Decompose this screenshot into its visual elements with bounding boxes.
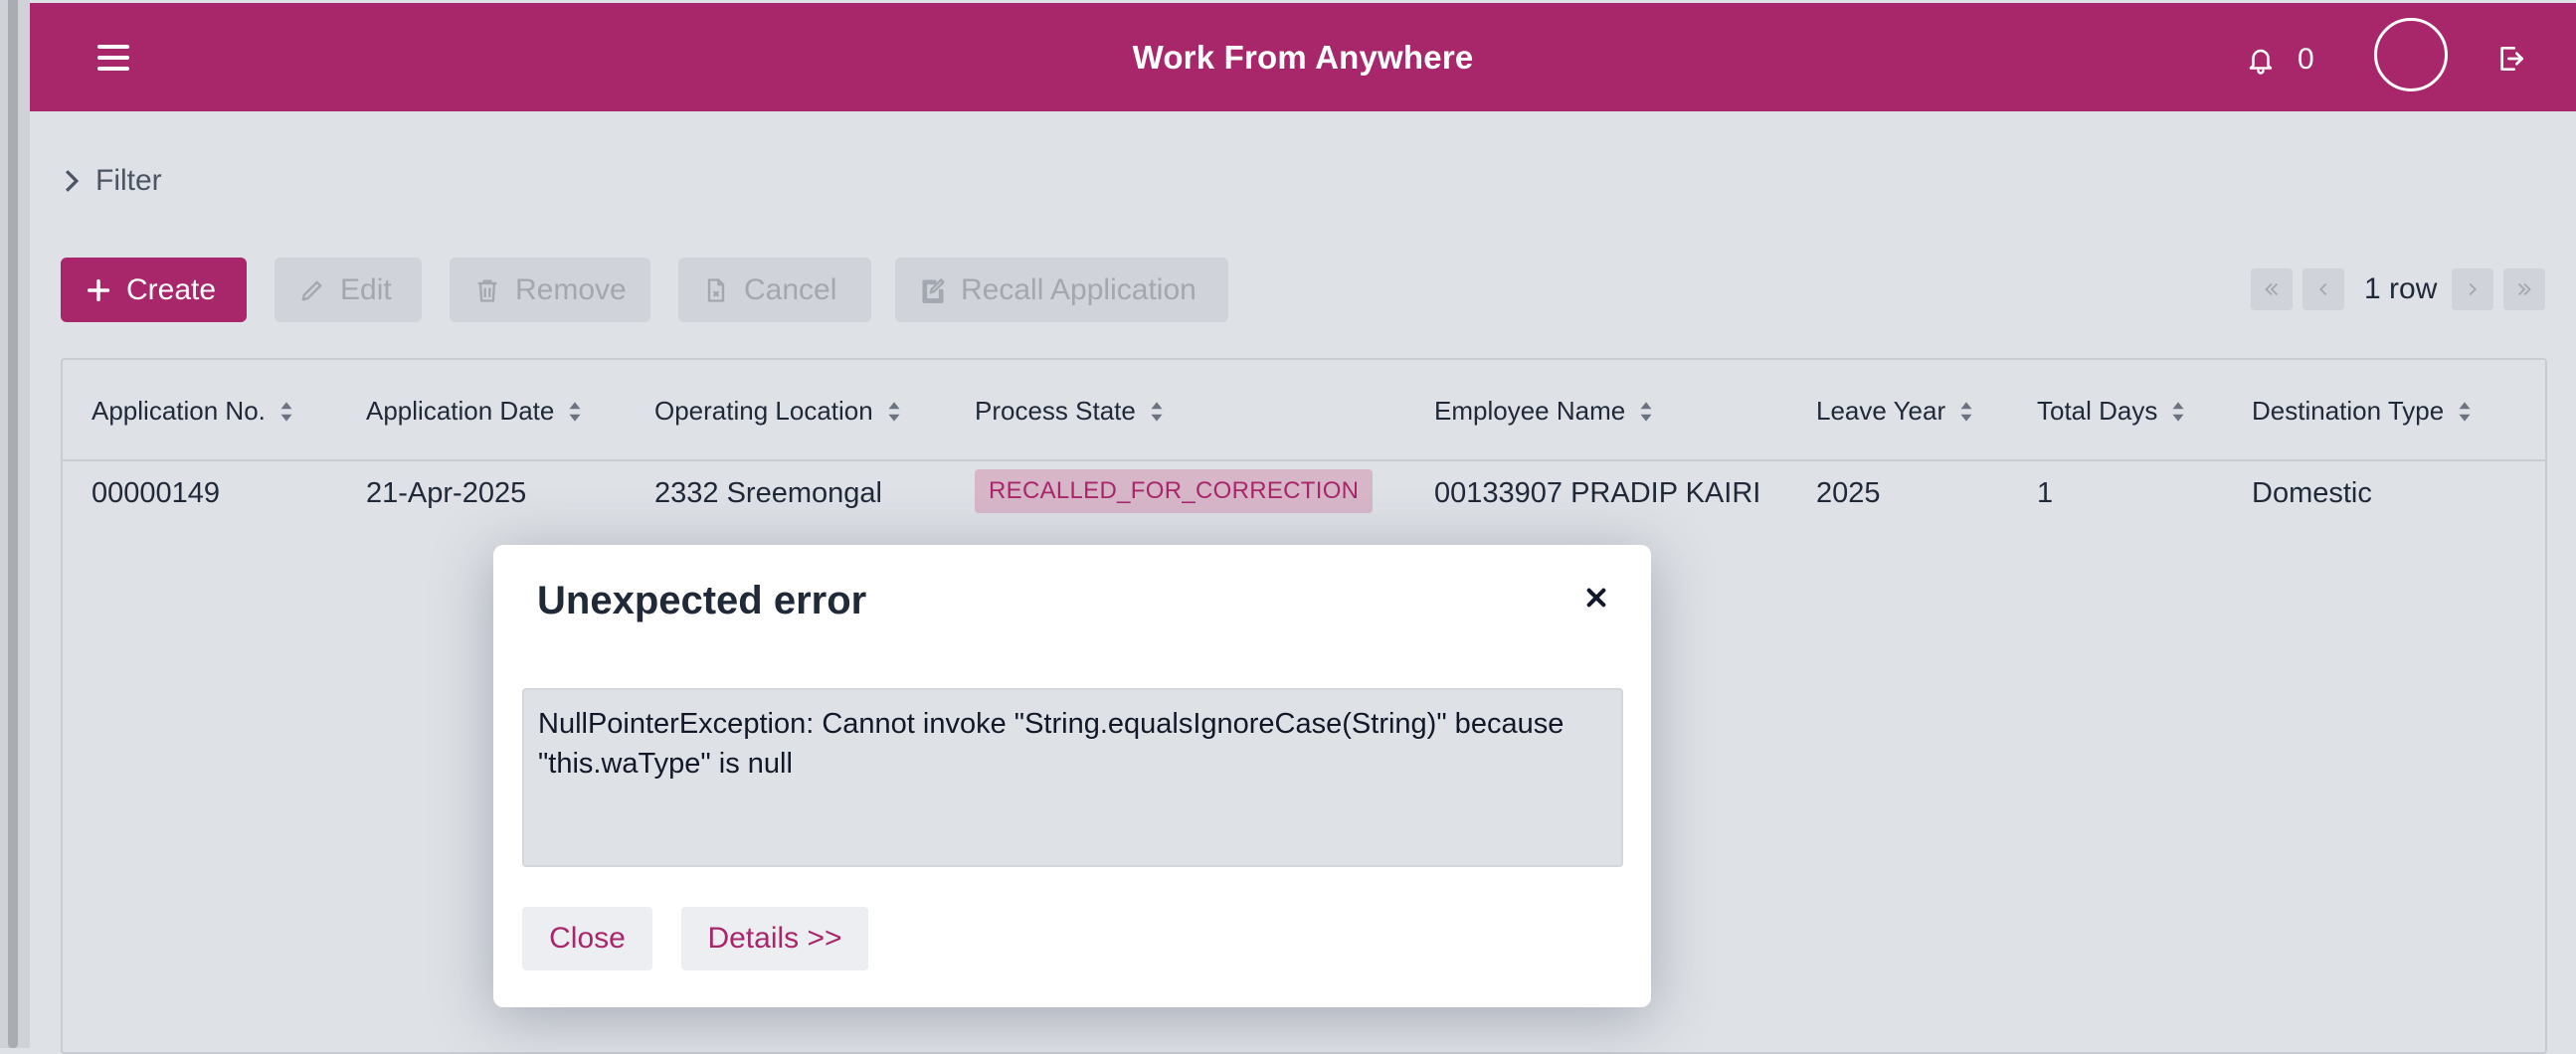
double-chevron-left-icon [2265, 282, 2279, 296]
close-icon[interactable] [1585, 587, 1607, 609]
column-header-application-date[interactable]: Application Date [366, 396, 582, 427]
plus-icon [87, 278, 110, 301]
close-button[interactable]: Close [522, 907, 652, 970]
sort-icon [569, 401, 581, 422]
page-title: Work From Anywhere [1132, 39, 1474, 76]
cell-application-no: 00000149 [92, 477, 221, 509]
error-dialog: Unexpected error NullPointerException: C… [493, 545, 1651, 1007]
row-count: 1 row [2364, 272, 2438, 305]
column-header-employee-name[interactable]: Employee Name [1434, 396, 1653, 427]
error-message: NullPointerException: Cannot invoke "Str… [522, 688, 1623, 867]
column-header-total-days[interactable]: Total Days [2037, 396, 2185, 427]
details-button[interactable]: Details >> [681, 907, 868, 970]
left-scrollbar[interactable] [8, 0, 18, 1048]
column-header-leave-year[interactable]: Leave Year [1816, 396, 1973, 427]
cancel-button-label: Cancel [744, 272, 837, 306]
create-button[interactable]: Create [61, 258, 247, 322]
status-badge: RECALLED_FOR_CORRECTION [975, 469, 1374, 513]
dialog-title: Unexpected error [537, 579, 867, 622]
app-header: Work From Anywhere 0 [30, 3, 2576, 111]
edit-document-icon [922, 277, 945, 303]
remove-button[interactable]: Remove [450, 258, 650, 322]
table-header: Application No. Application Date Operati… [63, 360, 2545, 461]
cell-destination-type: Domestic [2252, 477, 2372, 509]
chevron-right-icon [65, 170, 80, 192]
recall-button-label: Recall Application [961, 272, 1196, 306]
chevron-right-icon [2469, 282, 2478, 296]
edit-button-label: Edit [340, 272, 392, 306]
sort-icon [1640, 401, 1652, 422]
column-header-application-no[interactable]: Application No. [92, 396, 293, 427]
chevron-left-icon [2318, 282, 2327, 296]
next-page-button[interactable] [2452, 268, 2493, 310]
sort-icon [2459, 401, 2471, 422]
edit-button[interactable]: Edit [275, 258, 422, 322]
column-header-destination-type[interactable]: Destination Type [2252, 396, 2472, 427]
sort-icon [280, 401, 292, 422]
avatar[interactable] [2374, 18, 2448, 91]
create-button-label: Create [126, 272, 217, 306]
cell-employee-name: 00133907 PRADIP KAIRI [1434, 477, 1761, 509]
first-page-button[interactable] [2251, 268, 2293, 310]
last-page-button[interactable] [2503, 268, 2545, 310]
logout-icon[interactable] [2494, 43, 2528, 75]
sort-icon [1151, 401, 1163, 422]
sort-icon [1960, 401, 1972, 422]
left-rail [0, 0, 30, 1048]
cell-operating-location: 2332 Sreemongal [654, 477, 882, 509]
cell-total-days: 1 [2037, 477, 2054, 509]
filter-toggle[interactable]: Filter [62, 164, 162, 198]
sort-icon [2172, 401, 2184, 422]
double-chevron-right-icon [2517, 282, 2531, 296]
document-cancel-icon [707, 277, 725, 302]
notification-count: 0 [2298, 43, 2314, 76]
sort-icon [888, 401, 900, 422]
bell-icon[interactable] [2246, 45, 2276, 77]
previous-page-button[interactable] [2302, 268, 2344, 310]
remove-button-label: Remove [515, 272, 627, 306]
cell-application-date: 21-Apr-2025 [366, 477, 527, 509]
column-header-operating-location[interactable]: Operating Location [654, 396, 901, 427]
recall-application-button[interactable]: Recall Application [895, 258, 1228, 322]
filter-label: Filter [95, 164, 162, 197]
cancel-application-button[interactable]: Cancel [678, 258, 871, 322]
pencil-icon [301, 280, 322, 300]
cell-leave-year: 2025 [1816, 477, 1881, 509]
trash-icon [477, 279, 497, 302]
column-header-process-state[interactable]: Process State [975, 396, 1164, 427]
